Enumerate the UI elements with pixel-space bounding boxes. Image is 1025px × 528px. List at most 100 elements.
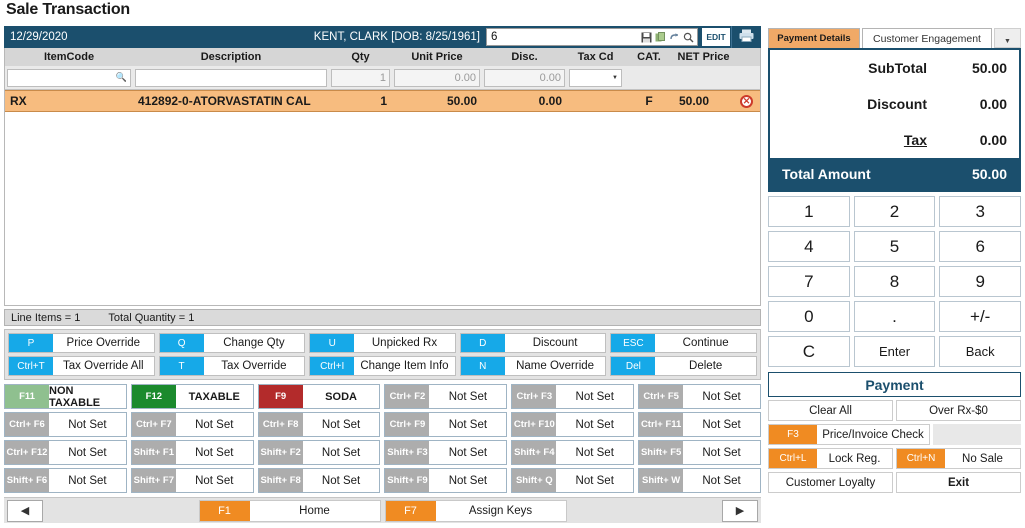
key-4[interactable]: 4 (768, 231, 850, 262)
key-6[interactable]: 6 (939, 231, 1021, 262)
tax-label[interactable]: Tax (780, 132, 945, 148)
numeric-keypad: 1 2 3 4 5 6 7 8 9 0 . +/- C Enter (768, 196, 1021, 367)
lookup-icon[interactable]: 🔍 (116, 72, 127, 83)
shortcut-change-qty[interactable]: Q Change Qty (159, 333, 306, 353)
qty-input[interactable]: 1 (331, 69, 390, 87)
shortcut-delete[interactable]: Del Delete (610, 356, 757, 376)
keypad-row-4: 0 . +/- (768, 301, 1021, 332)
price-invoice-check-button[interactable]: F3 Price/Invoice Check (768, 424, 930, 445)
fkey-not-set[interactable]: Ctrl+ F9 Not Set (384, 412, 507, 437)
assign-keys-shortcut: F7 (386, 501, 436, 521)
fkey-not-set[interactable]: Ctrl+ F12 Not Set (4, 440, 127, 465)
print-button[interactable] (731, 26, 761, 48)
fkey-not-set[interactable]: Ctrl+ F10 Not Set (511, 412, 634, 437)
no-sale-shortcut: Ctrl+N (897, 449, 945, 468)
lock-register-button[interactable]: Ctrl+L Lock Reg. (768, 448, 893, 469)
fkey-shortcut: Shift+ F5 (639, 441, 683, 464)
shortcut-discount[interactable]: D Discount (460, 333, 607, 353)
key-back[interactable]: Back (939, 336, 1021, 367)
shortcut-key: Ctrl+I (310, 357, 354, 375)
key-8[interactable]: 8 (854, 266, 936, 297)
key-1[interactable]: 1 (768, 196, 850, 227)
key-7[interactable]: 7 (768, 266, 850, 297)
key-enter[interactable]: Enter (854, 336, 936, 367)
tax-cd-select[interactable]: ▼ (569, 69, 622, 87)
delete-row-icon[interactable]: ✕ (740, 95, 753, 108)
shortcut-unpicked-rx[interactable]: U Unpicked Rx (309, 333, 456, 353)
header-unit-price: Unit Price (392, 51, 482, 63)
fkey-not-set[interactable]: Shift+ F2 Not Set (258, 440, 381, 465)
fkey-not-set[interactable]: Ctrl+ F7 Not Set (131, 412, 254, 437)
fkey-not-set[interactable]: Shift+ Q Not Set (511, 468, 634, 493)
status-bar: Line Items = 1 Total Quantity = 1 (4, 309, 761, 326)
shortcut-change-item-info[interactable]: Ctrl+I Change Item Info (309, 356, 456, 376)
tab-payment-details[interactable]: Payment Details (768, 28, 860, 48)
shortcut-continue[interactable]: ESC Continue (610, 333, 757, 353)
unit-price-input[interactable]: 0.00 (394, 69, 480, 87)
key-clear[interactable]: C (768, 336, 850, 367)
undo-icon[interactable] (669, 32, 680, 43)
key-decimal[interactable]: . (854, 301, 936, 332)
description-input[interactable] (135, 69, 327, 87)
key-9[interactable]: 9 (939, 266, 1021, 297)
shortcut-name-override[interactable]: N Name Override (460, 356, 607, 376)
tab-customer-engagement[interactable]: Customer Engagement (862, 28, 992, 48)
fkey-soda[interactable]: F9 SODA (258, 384, 381, 409)
payment-button[interactable]: Payment (768, 372, 1021, 397)
fkey-not-set[interactable]: Ctrl+ F3 Not Set (511, 384, 634, 409)
fkey-not-set[interactable]: Shift+ F9 Not Set (384, 468, 507, 493)
shortcut-tax-override-all[interactable]: Ctrl+T Tax Override All (8, 356, 155, 376)
transaction-date: 12/29/2020 (10, 31, 68, 43)
next-page-button[interactable]: ▶ (722, 500, 758, 522)
header-net-price: NET Price (674, 51, 733, 63)
subtotal-row: SubTotal 50.00 (770, 50, 1019, 86)
shortcut-price-override[interactable]: P Price Override (8, 333, 155, 353)
assign-keys-button[interactable]: F7 Assign Keys (385, 500, 567, 522)
copy-icon[interactable] (655, 32, 666, 43)
item-code-input[interactable]: 🔍 (7, 69, 131, 87)
tabs-overflow-icon[interactable]: ▼ (994, 28, 1021, 48)
no-sale-button[interactable]: Ctrl+N No Sale (896, 448, 1021, 469)
clear-all-button[interactable]: Clear All (768, 400, 893, 421)
disc-input[interactable]: 0.00 (484, 69, 565, 87)
fkey-label: Not Set (49, 413, 126, 436)
over-rx-label: Over Rx-$0 (897, 401, 1020, 420)
edit-button[interactable]: EDIT (701, 27, 731, 47)
transaction-search-input[interactable]: 6 (486, 28, 698, 46)
save-icon[interactable] (641, 32, 652, 43)
shortcut-label: Delete (655, 357, 756, 375)
fkey-not-set[interactable]: Shift+ W Not Set (638, 468, 761, 493)
discount-label: Discount (780, 96, 945, 112)
fkey-non-taxable[interactable]: F11 NON TAXABLE (4, 384, 127, 409)
table-row[interactable]: RX 412892-0-ATORVASTATIN CAL 1 50.00 0.0… (5, 90, 760, 112)
fkey-shortcut: Shift+ F4 (512, 441, 556, 464)
arrow-left-icon: ◀ (21, 504, 29, 517)
fkey-not-set[interactable]: Ctrl+ F6 Not Set (4, 412, 127, 437)
fkey-not-set[interactable]: Ctrl+ F11 Not Set (638, 412, 761, 437)
exit-button[interactable]: Exit (896, 472, 1021, 493)
fkey-not-set[interactable]: Shift+ F8 Not Set (258, 468, 381, 493)
fkey-not-set[interactable]: Ctrl+ F8 Not Set (258, 412, 381, 437)
fkey-not-set[interactable]: Shift+ F7 Not Set (131, 468, 254, 493)
over-rx-button[interactable]: Over Rx-$0 (896, 400, 1021, 421)
shortcut-key: Del (611, 357, 655, 375)
fkey-not-set[interactable]: Ctrl+ F2 Not Set (384, 384, 507, 409)
key-2[interactable]: 2 (854, 196, 936, 227)
shortcut-tax-override[interactable]: T Tax Override (159, 356, 306, 376)
search-icon[interactable] (683, 32, 694, 43)
cell-net-price: 50.00 (674, 94, 733, 108)
key-plus-minus[interactable]: +/- (939, 301, 1021, 332)
home-button[interactable]: F1 Home (199, 500, 381, 522)
fkey-not-set[interactable]: Shift+ F3 Not Set (384, 440, 507, 465)
key-3[interactable]: 3 (939, 196, 1021, 227)
fkey-not-set[interactable]: Shift+ F4 Not Set (511, 440, 634, 465)
customer-loyalty-button[interactable]: Customer Loyalty (768, 472, 893, 493)
fkey-taxable[interactable]: F12 TAXABLE (131, 384, 254, 409)
key-0[interactable]: 0 (768, 301, 850, 332)
fkey-not-set[interactable]: Shift+ F6 Not Set (4, 468, 127, 493)
key-5[interactable]: 5 (854, 231, 936, 262)
fkey-not-set[interactable]: Ctrl+ F5 Not Set (638, 384, 761, 409)
prev-page-button[interactable]: ◀ (7, 500, 43, 522)
fkey-not-set[interactable]: Shift+ F5 Not Set (638, 440, 761, 465)
fkey-not-set[interactable]: Shift+ F1 Not Set (131, 440, 254, 465)
